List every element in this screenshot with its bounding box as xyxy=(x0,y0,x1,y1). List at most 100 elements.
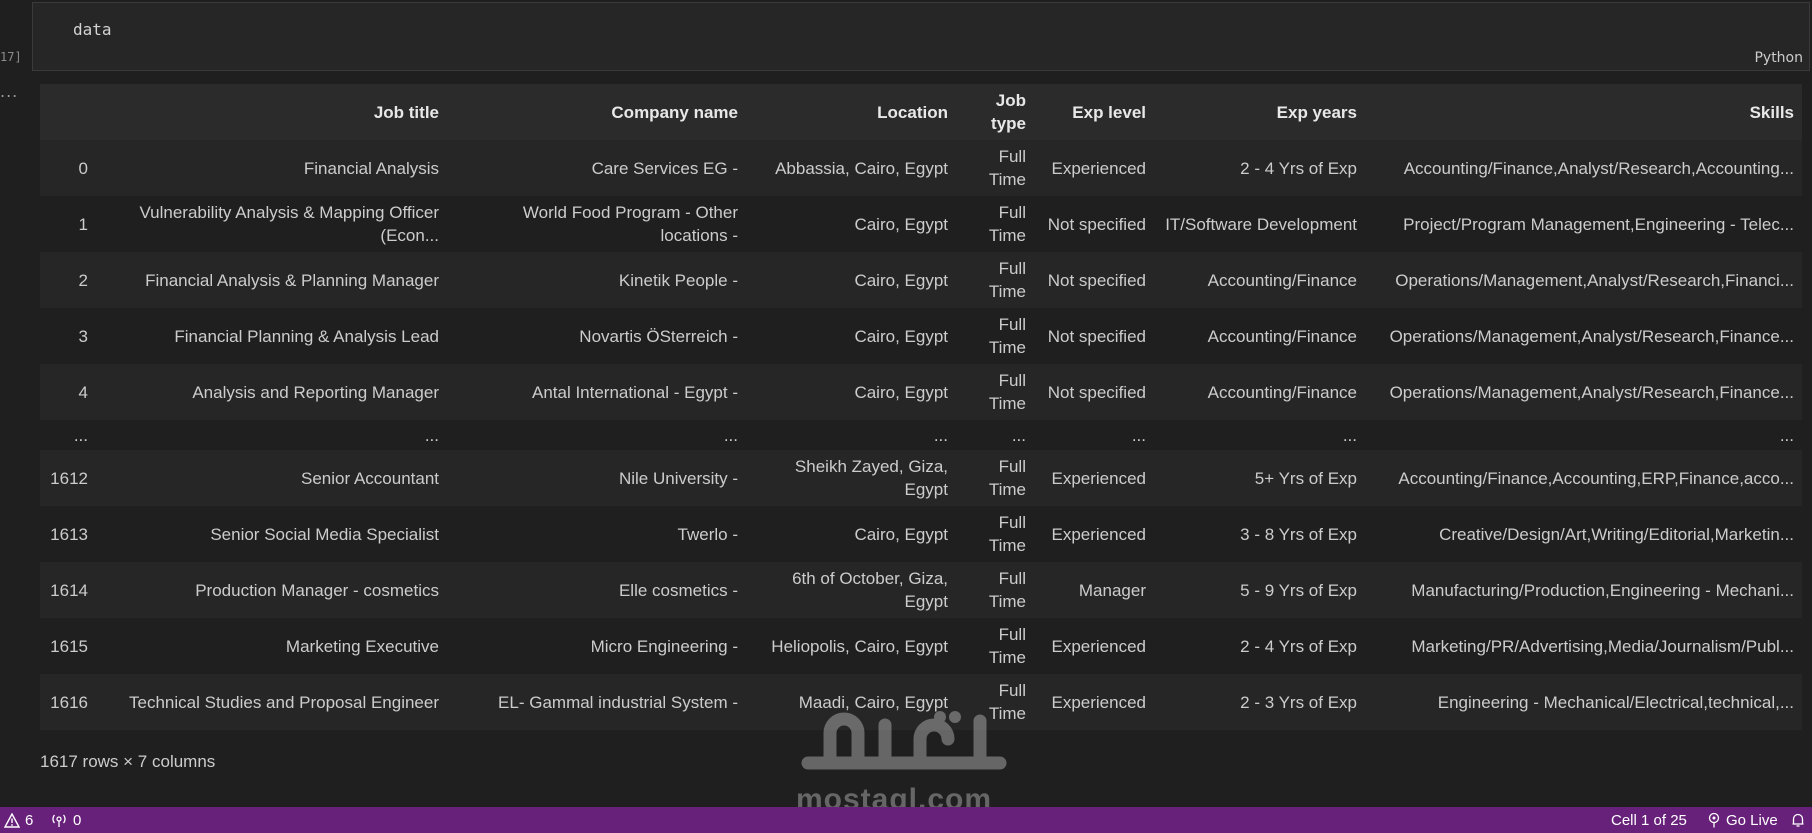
table-row: 1613 Senior Social Media Specialist Twerlo… xyxy=(40,506,1802,562)
table-cell: Full Time xyxy=(988,147,1026,189)
go-live-button[interactable]: Go Live xyxy=(1707,807,1778,833)
table-cell: Not specified xyxy=(1047,270,1146,290)
table-cell: Full Time xyxy=(988,203,1026,245)
column-header: Job title xyxy=(102,84,447,140)
table-cell: 2 - 3 Yrs of Exp xyxy=(1240,692,1357,712)
code-cell[interactable]: data Python xyxy=(32,2,1810,71)
table-cell: Financial Planning & Analysis Lead xyxy=(174,326,439,346)
column-header: Exp level xyxy=(1034,84,1154,140)
table-cell: Full Time xyxy=(988,625,1026,667)
table-cell: Maadi, Cairo, Egypt xyxy=(798,692,948,712)
table-row: 1 Vulnerability Analysis & Mapping Office… xyxy=(40,196,1802,252)
table-cell: Marketing/PR/Advertising,Media/Journalis… xyxy=(1411,636,1794,656)
status-bar: 6 0 Cell 1 of 25 Go Live xyxy=(0,807,1812,833)
table-cell: 2 - 4 Yrs of Exp xyxy=(1240,636,1357,656)
ports-status[interactable]: 0 xyxy=(50,807,81,833)
table-cell: Analysis and Reporting Manager xyxy=(192,382,439,402)
table-cell: ... xyxy=(1131,425,1146,445)
table-cell: Full Time xyxy=(988,569,1026,611)
table-cell: Senior Accountant xyxy=(301,468,439,488)
row-index: 1613 xyxy=(50,524,88,544)
table-cell: Nile University - xyxy=(618,468,738,488)
table-cell: Not specified xyxy=(1047,214,1146,234)
table-cell: Antal International - Egypt - xyxy=(531,382,738,402)
table-cell: Not specified xyxy=(1047,326,1146,346)
table-cell: Micro Engineering - xyxy=(590,636,738,656)
table-cell: Technical Studies and Proposal Engineer xyxy=(129,692,439,712)
radio-tower-icon xyxy=(1707,812,1721,828)
table-cell: Cairo, Egypt xyxy=(854,382,948,402)
table-cell: Operations/Management,Analyst/Research,F… xyxy=(1389,382,1794,402)
table-cell: Care Services EG - xyxy=(591,158,738,178)
table-cell: Experienced xyxy=(1051,636,1146,656)
table-cell: Accounting/Finance xyxy=(1207,326,1357,346)
table-cell: ... xyxy=(1342,425,1357,445)
problems-count: 6 xyxy=(25,811,34,829)
row-index: 1614 xyxy=(50,580,88,600)
column-header: Company name xyxy=(447,84,746,140)
index-header xyxy=(40,84,102,140)
ports-count: 0 xyxy=(73,811,82,829)
dataframe-output: Job title Company name Location Job type Exp… xyxy=(40,84,1802,730)
dataframe-shape: 1617 rows × 7 columns xyxy=(40,752,216,771)
table-cell: Financial Analysis xyxy=(303,158,439,178)
table-cell: Senior Social Media Specialist xyxy=(210,524,439,544)
table-cell: Manager xyxy=(1078,580,1146,600)
table-cell: Operations/Management,Analyst/Research,F… xyxy=(1389,326,1794,346)
broadcast-icon xyxy=(50,813,68,828)
table-header: Job title Company name Location Job type Exp… xyxy=(40,84,1802,140)
table-cell: Project/Program Management,Engineering -… xyxy=(1403,214,1794,234)
problems-status[interactable]: 6 xyxy=(4,807,33,833)
row-index: 1612 xyxy=(50,468,88,488)
notifications-button[interactable] xyxy=(1790,807,1806,833)
table-cell: Sheikh Zayed, Giza, Egypt xyxy=(794,457,948,499)
table-cell: Experienced xyxy=(1051,524,1146,544)
table-cell: Experienced xyxy=(1051,692,1146,712)
ellipsis-row: ........................ xyxy=(40,420,1802,450)
cell-language-button[interactable]: Python xyxy=(1754,50,1803,66)
table-cell: Cairo, Egypt xyxy=(854,524,948,544)
row-index: 1 xyxy=(78,214,88,234)
table-cell: Full Time xyxy=(988,315,1026,357)
table-cell: Accounting/Finance xyxy=(1207,270,1357,290)
column-header: Exp years xyxy=(1154,84,1365,140)
table-cell: Cairo, Egypt xyxy=(854,326,948,346)
warning-icon xyxy=(4,812,20,828)
column-header: Job type xyxy=(956,84,1034,140)
table-cell: 6th of October, Giza, Egypt xyxy=(792,569,948,611)
table-cell: Novartis ÖSterreich - xyxy=(579,326,738,346)
table-cell: Cairo, Egypt xyxy=(854,214,948,234)
table-cell: Twerlo - xyxy=(677,524,738,544)
dataframe-table: Job title Company name Location Job type Exp… xyxy=(40,84,1802,730)
table-row: 2 Financial Analysis & Planning Manager Ki… xyxy=(40,252,1802,308)
table-cell: Creative/Design/Art,Writing/Editorial,Ma… xyxy=(1439,524,1794,544)
table-cell: Manufacturing/Production,Engineering - M… xyxy=(1411,580,1794,600)
table-cell: Heliopolis, Cairo, Egypt xyxy=(771,636,948,656)
table-cell: ... xyxy=(933,425,948,445)
table-row: 4 Analysis and Reporting Manager Antal Int… xyxy=(40,364,1802,420)
table-cell: Financial Analysis & Planning Manager xyxy=(145,270,439,290)
output-actions-icon[interactable]: ... xyxy=(0,82,18,101)
table-cell: Full Time xyxy=(988,457,1026,499)
table-cell: Elle cosmetics - xyxy=(618,580,738,600)
row-index: ... xyxy=(73,425,88,445)
row-index: 1615 xyxy=(50,636,88,656)
code-text[interactable]: data xyxy=(73,20,112,39)
table-cell: Marketing Executive xyxy=(285,636,439,656)
table-cell: Cairo, Egypt xyxy=(854,270,948,290)
table-cell: Accounting/Finance xyxy=(1207,382,1357,402)
table-cell: 2 - 4 Yrs of Exp xyxy=(1240,158,1357,178)
table-cell: World Food Program - Other locations - xyxy=(522,203,738,245)
cell-position-status[interactable]: Cell 1 of 25 xyxy=(1611,807,1687,833)
table-cell: ... xyxy=(1779,425,1794,445)
table-cell: ... xyxy=(1011,425,1026,445)
table-row: 0 Financial Analysis Care Services EG - Abb… xyxy=(40,140,1802,196)
table-cell: Vulnerability Analysis & Mapping Officer… xyxy=(139,203,439,245)
table-cell: 5+ Yrs of Exp xyxy=(1254,468,1357,488)
bell-icon xyxy=(1790,812,1806,828)
execution-count: 17] xyxy=(0,50,22,64)
table-cell: Full Time xyxy=(988,259,1026,301)
table-cell: Full Time xyxy=(988,513,1026,555)
table-cell: EL- Gammal industrial System - xyxy=(498,692,738,712)
table-cell: Experienced xyxy=(1051,158,1146,178)
